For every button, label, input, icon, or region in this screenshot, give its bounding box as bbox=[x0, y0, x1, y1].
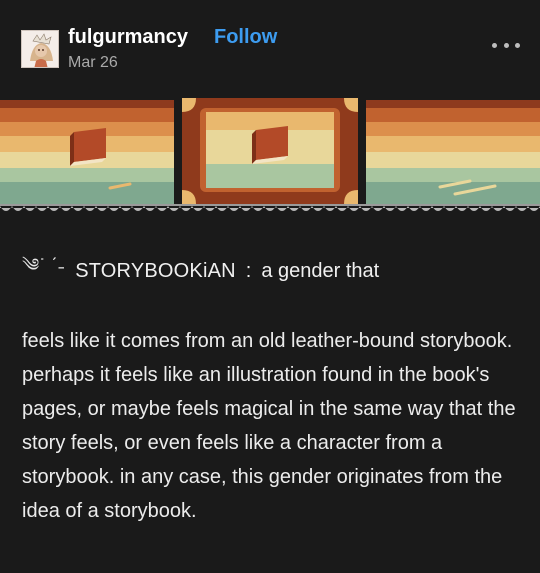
lace-divider bbox=[0, 198, 540, 224]
avatar-illustration bbox=[22, 31, 58, 67]
follow-button[interactable]: Follow bbox=[214, 26, 277, 49]
book-icon bbox=[70, 128, 106, 166]
user-avatar[interactable] bbox=[21, 30, 59, 68]
post-body-text: feels like it comes from an old leather-… bbox=[22, 330, 516, 522]
gender-term: STORYBOOKiAN bbox=[75, 259, 236, 282]
term-separator: : bbox=[245, 259, 252, 282]
gender-term-line: ༄ᣞ ˊ˗ STORYBOOKiAN : a gender that bbox=[22, 255, 380, 284]
post-username[interactable]: fulgurmancy bbox=[68, 26, 188, 49]
more-options-icon[interactable] bbox=[492, 35, 520, 55]
definition-lead: a gender that bbox=[261, 259, 380, 282]
post-date: Mar 26 bbox=[68, 54, 118, 71]
storybook-banner-image bbox=[0, 92, 540, 204]
post-header: fulgurmancy Follow Mar 26 bbox=[0, 0, 540, 88]
book-icon bbox=[252, 126, 288, 164]
decorative-glyphs: ༄ᣞ ˊ˗ bbox=[22, 255, 66, 275]
